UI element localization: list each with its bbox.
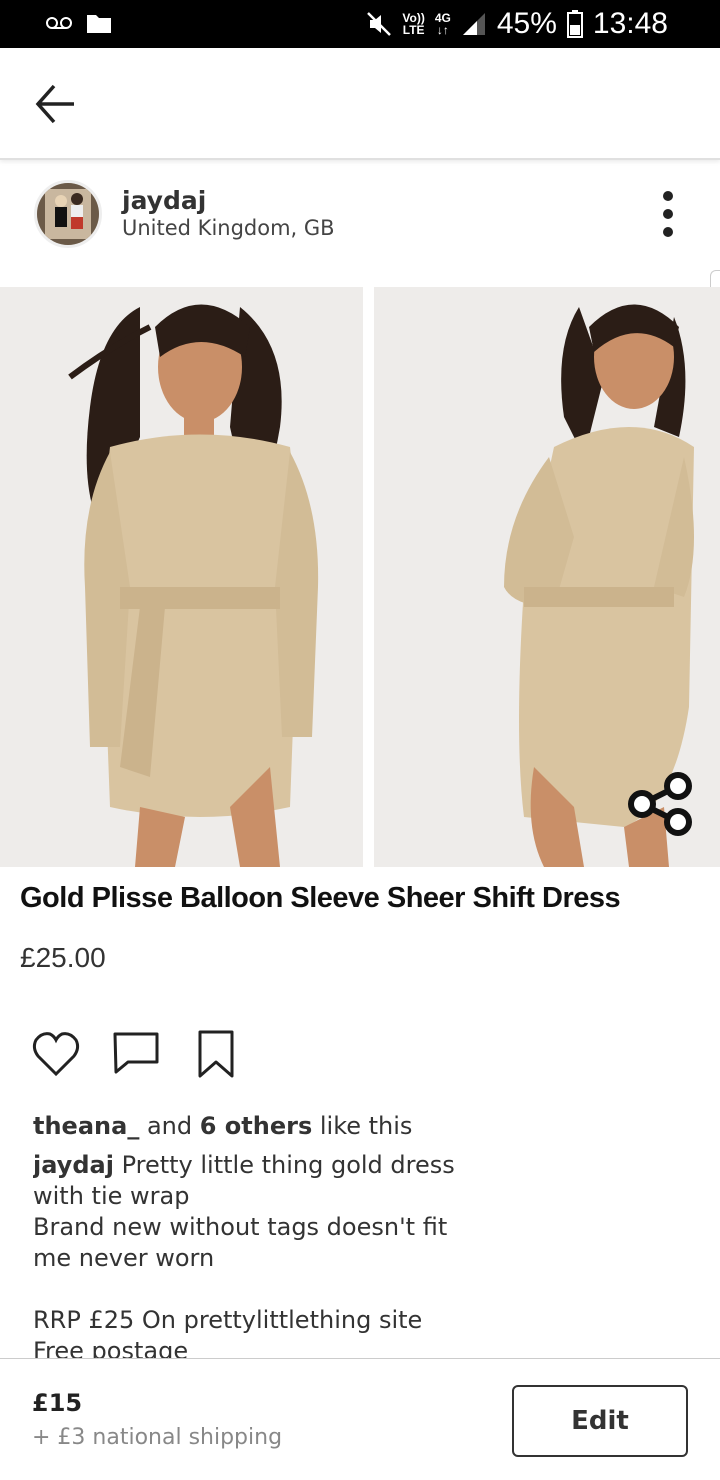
seller-row: jaydaj United Kingdom, GB [0,170,720,260]
action-bar [30,1028,270,1082]
description-author[interactable]: jaydaj [33,1151,114,1179]
shipping-info: + £3 national shipping [32,1425,283,1450]
photo-gallery[interactable] [0,287,720,867]
bottom-bar: £15 + £3 national shipping Edit [0,1358,720,1480]
app-header [0,48,720,160]
product-price: £25.00 [20,942,106,973]
seller-username[interactable]: jaydaj [122,186,206,215]
product-title: Gold Plisse Balloon Sleeve Sheer Shift D… [20,882,621,914]
arrow-left-icon [35,84,74,124]
product-photo-front[interactable] [0,287,363,867]
like-button[interactable] [30,1028,82,1080]
share-icon [628,772,692,836]
more-vertical-icon [663,191,673,237]
volte-indicator: Vo)) LTE [402,11,425,37]
voicemail-icon [46,17,72,29]
more-options-button[interactable] [660,190,676,238]
avatar[interactable] [34,180,102,248]
back-button[interactable] [30,80,82,128]
status-bar: Vo)) LTE 4G ↓↑ 45% 13:48 [0,0,720,48]
listing-price: £15 [32,1389,83,1417]
save-button[interactable] [190,1028,242,1080]
signal-icon [462,13,485,35]
likes-summary[interactable]: theana_ and 6 others like this [33,1112,412,1140]
file-icon [87,15,111,33]
mute-icon [367,12,392,36]
likes-count[interactable]: 6 others [200,1112,313,1140]
clock: 13:48 [592,7,668,40]
bookmark-icon [198,1030,234,1078]
share-button[interactable] [624,770,696,842]
comment-button[interactable] [110,1028,162,1080]
heart-icon [32,1032,80,1077]
comment-icon [113,1032,159,1074]
seller-location: United Kingdom, GB [122,216,335,240]
network-indicator: 4G ↓↑ [434,11,451,37]
listing-description: jaydaj Pretty little thing gold dress wi… [33,1151,455,1358]
battery-percent: 45% [496,7,557,40]
edit-button[interactable]: Edit [512,1385,688,1457]
liker-username[interactable]: theana_ [33,1112,139,1140]
battery-icon [566,10,583,38]
